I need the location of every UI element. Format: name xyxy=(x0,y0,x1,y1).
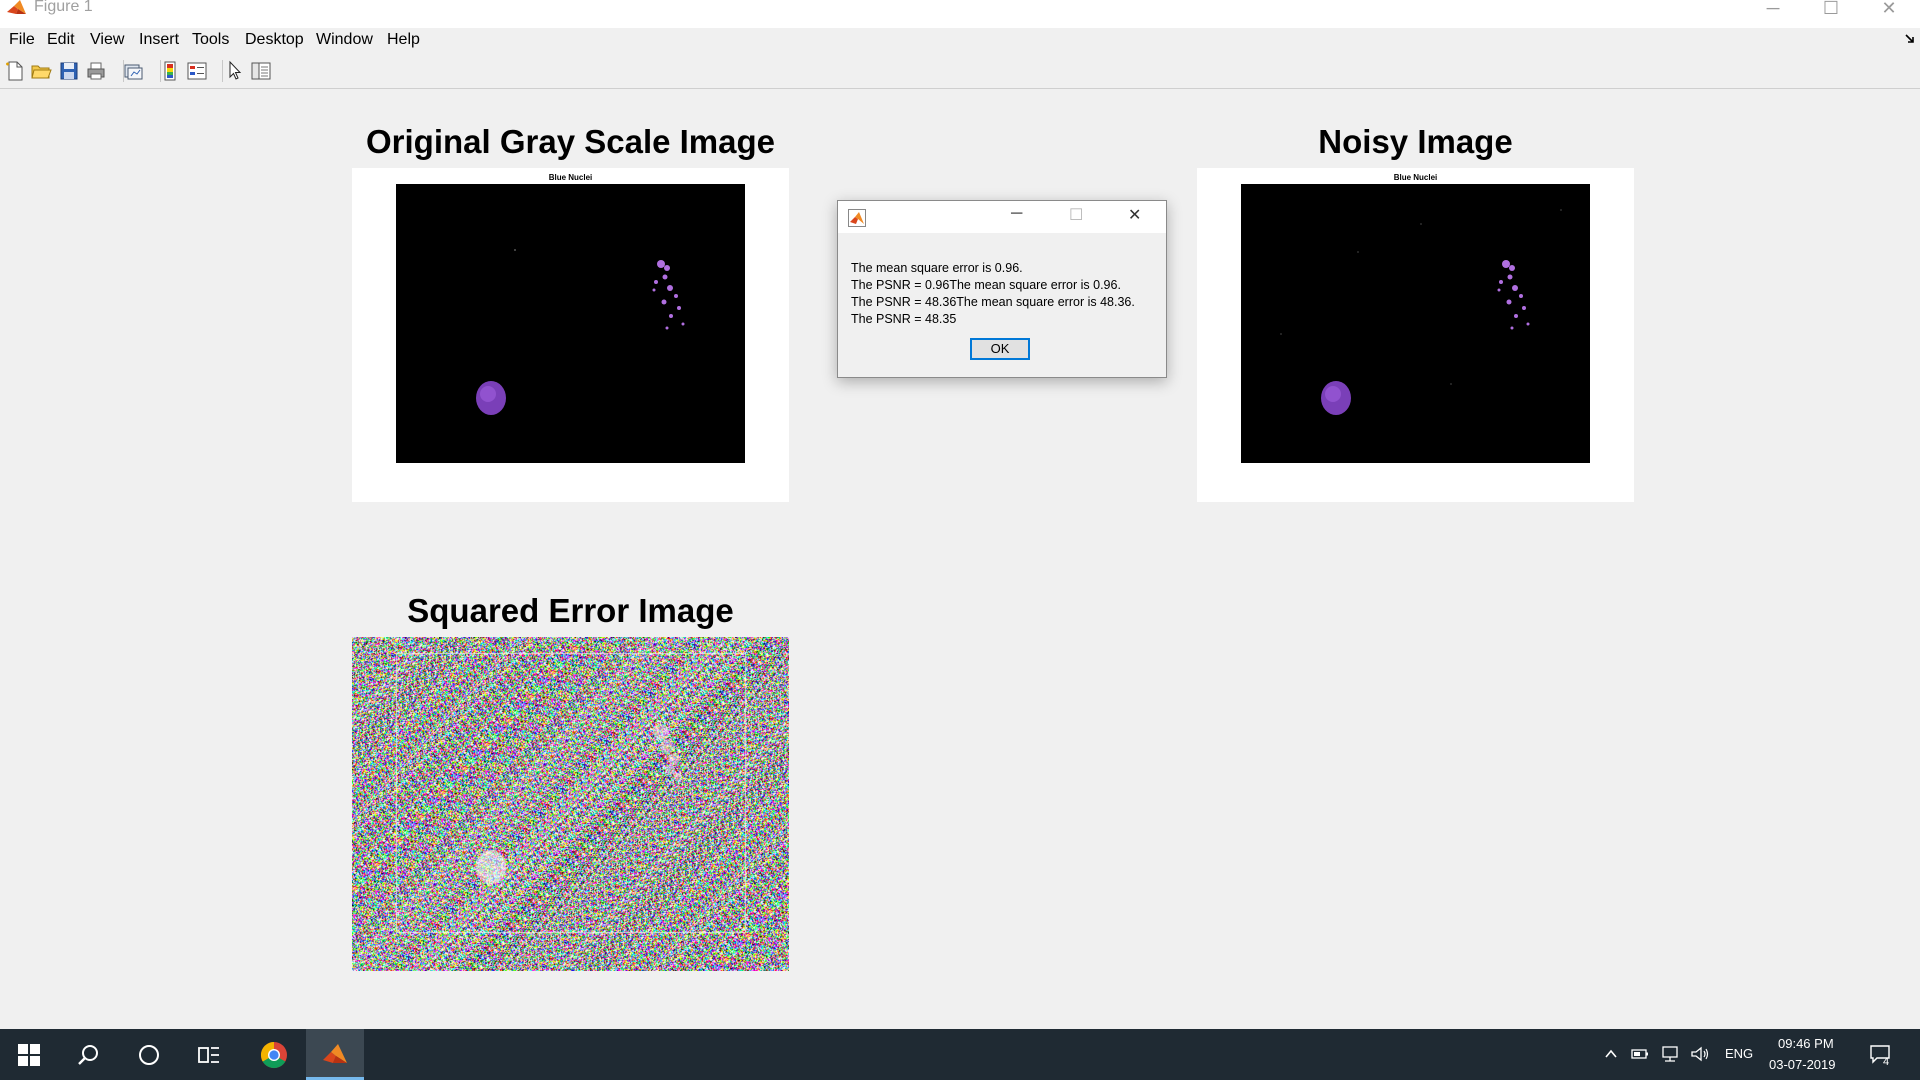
original-image-axes[interactable]: Blue Nuclei xyxy=(352,168,789,502)
matlab-taskbar-button[interactable] xyxy=(306,1029,364,1080)
action-center-icon[interactable] xyxy=(1869,1043,1893,1065)
chrome-taskbar-button[interactable] xyxy=(245,1029,303,1080)
open-file-icon[interactable] xyxy=(30,60,52,82)
figure-toolbar xyxy=(0,52,1920,89)
dialog-message-line: The PSNR = 0.96The mean square error is … xyxy=(851,278,1121,292)
undock-arrow-icon[interactable] xyxy=(1905,34,1915,44)
windows-taskbar: ENG 09:46 PM 03-07-2019 4 xyxy=(0,1029,1920,1080)
insert-colorbar-icon[interactable] xyxy=(159,60,181,82)
dialog-maximize-icon: ☐ xyxy=(1069,207,1084,224)
squared-error-axes[interactable] xyxy=(352,637,789,971)
clock-date[interactable]: 03-07-2019 xyxy=(1769,1057,1836,1072)
menu-window[interactable]: Window xyxy=(316,31,373,49)
close-window-button[interactable]: ✕ xyxy=(1860,0,1918,22)
link-plot-icon[interactable] xyxy=(122,60,144,82)
minimize-button[interactable]: ─ xyxy=(1744,0,1802,22)
volume-icon[interactable] xyxy=(1690,1045,1710,1063)
cortana-button[interactable] xyxy=(120,1029,178,1080)
dialog-message: The mean square error is 0.96. The PSNR … xyxy=(851,260,1163,328)
menu-help[interactable]: Help xyxy=(387,31,420,49)
minimize-icon: ─ xyxy=(1766,0,1780,18)
ok-button[interactable]: OK xyxy=(970,338,1030,360)
original-image xyxy=(396,184,745,463)
menu-bar: File Edit View Insert Tools Desktop Wind… xyxy=(0,28,1920,52)
menu-tools[interactable]: Tools xyxy=(192,31,229,49)
matlab-logo-icon xyxy=(323,1043,347,1063)
squared-error-image xyxy=(352,637,789,971)
dialog-message-line: The PSNR = 48.36The mean square error is… xyxy=(851,295,1135,309)
dialog-minimize-icon[interactable]: ─ xyxy=(1011,205,1022,223)
squared-error-title: Squared Error Image xyxy=(407,592,734,629)
notification-count-badge: 4 xyxy=(1883,1056,1890,1068)
noisy-image-axes[interactable]: Blue Nuclei xyxy=(1197,168,1634,502)
dialog-title-bar[interactable]: ─ ☐ ✕ xyxy=(838,201,1166,233)
chevron-up-icon[interactable] xyxy=(1604,1047,1618,1061)
cortana-icon xyxy=(139,1044,159,1065)
dialog-message-line: The PSNR = 48.35 xyxy=(851,312,957,326)
message-dialog: ─ ☐ ✕ The mean square error is 0.96. The… xyxy=(837,200,1167,378)
new-figure-icon[interactable] xyxy=(4,60,26,82)
save-icon[interactable] xyxy=(58,60,80,82)
matlab-logo-icon xyxy=(848,209,866,227)
window-title: Figure 1 xyxy=(34,0,93,15)
noisy-image-title: Noisy Image xyxy=(1318,123,1513,160)
dialog-message-line: The mean square error is 0.96. xyxy=(851,261,1023,275)
original-image-caption: Blue Nuclei xyxy=(548,173,593,182)
clock-time[interactable]: 09:46 PM xyxy=(1778,1036,1834,1051)
menu-edit[interactable]: Edit xyxy=(47,31,75,49)
maximize-button[interactable]: ☐ xyxy=(1802,0,1860,22)
edit-plot-icon[interactable] xyxy=(224,60,246,82)
nuclei-illustration xyxy=(476,249,685,415)
task-view-button[interactable] xyxy=(180,1029,238,1080)
property-inspector-icon[interactable] xyxy=(250,60,272,82)
task-view-icon xyxy=(198,1046,219,1063)
language-indicator[interactable]: ENG xyxy=(1725,1046,1753,1061)
window-title-bar[interactable]: Figure 1 ─ ☐ ✕ xyxy=(0,0,1920,28)
menu-view[interactable]: View xyxy=(90,31,124,49)
menu-file[interactable]: File xyxy=(9,31,35,49)
noisy-nuclei-illustration xyxy=(1280,209,1562,415)
noisy-image xyxy=(1241,184,1590,463)
search-icon xyxy=(78,1044,98,1065)
chrome-icon xyxy=(260,1041,287,1068)
close-icon: ✕ xyxy=(1881,0,1897,18)
matlab-logo-icon xyxy=(7,0,26,14)
print-icon[interactable] xyxy=(85,60,107,82)
menu-insert[interactable]: Insert xyxy=(139,31,179,49)
network-icon[interactable] xyxy=(1660,1045,1680,1063)
dialog-close-icon[interactable]: ✕ xyxy=(1128,205,1141,225)
insert-legend-icon[interactable] xyxy=(186,60,208,82)
menu-desktop[interactable]: Desktop xyxy=(245,31,304,49)
windows-logo-icon xyxy=(18,1043,40,1066)
battery-icon[interactable] xyxy=(1631,1046,1649,1062)
maximize-icon: ☐ xyxy=(1822,0,1840,18)
search-button[interactable] xyxy=(60,1029,118,1080)
original-image-title: Original Gray Scale Image xyxy=(365,123,776,160)
start-button[interactable] xyxy=(0,1029,58,1080)
noisy-image-caption: Blue Nuclei xyxy=(1393,173,1438,182)
